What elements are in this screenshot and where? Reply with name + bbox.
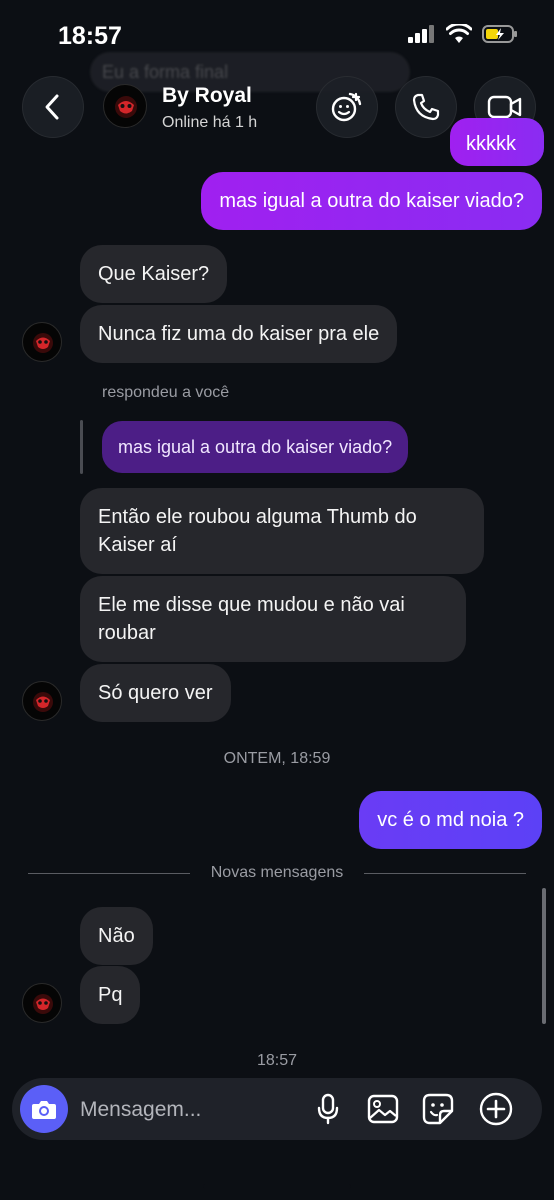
status-time: 18:57 [58, 22, 122, 50]
quoted-reply-message[interactable]: mas igual a outra do kaiser viado? [102, 421, 409, 473]
incoming-message[interactable]: Nunca fiz uma do kaiser pra ele [80, 305, 398, 363]
gallery-icon [367, 1094, 399, 1124]
avatar-logo-icon [33, 994, 53, 1014]
scrollbar[interactable] [542, 888, 546, 1024]
status-icons [408, 24, 518, 44]
new-messages-divider-right [364, 873, 526, 874]
reply-label: respondeu a você [102, 384, 230, 401]
contact-presence: Online há 1 h [162, 114, 258, 131]
incoming-message[interactable]: Ele me disse que mudou e não vai roubar [80, 576, 466, 662]
camera-button[interactable] [20, 1085, 68, 1133]
date-separator: ONTEM, 18:59 [223, 750, 331, 767]
incoming-message[interactable]: Que Kaiser? [80, 245, 228, 303]
sender-avatar[interactable] [22, 322, 62, 362]
avatar-logo-icon [115, 96, 137, 118]
message-timestamp: 18:57 [256, 1052, 298, 1069]
contact-name[interactable]: By Royal [162, 84, 252, 108]
incoming-message[interactable]: Só quero ver [80, 664, 231, 722]
incoming-message[interactable]: Então ele roubou alguma Thumb do Kaiser … [80, 488, 484, 574]
avatar-logo-icon [33, 333, 53, 353]
gif-sticker-icon [331, 92, 362, 122]
video-icon [487, 95, 522, 119]
battery-icon [482, 25, 517, 43]
outgoing-message[interactable]: vc é o md noia ? [359, 791, 542, 849]
more-options-button[interactable] [478, 1091, 514, 1127]
microphone-icon [317, 1093, 339, 1125]
outgoing-message[interactable]: mas igual a outra do kaiser viado? [201, 172, 542, 230]
sender-avatar[interactable] [22, 983, 62, 1023]
message-composer [12, 1078, 542, 1140]
outgoing-message[interactable]: kkkkk [450, 118, 544, 166]
voice-call-button[interactable] [395, 76, 457, 138]
incoming-message[interactable]: Não [80, 907, 153, 965]
plus-icon [479, 1092, 513, 1126]
camera-icon [32, 1101, 56, 1119]
sender-avatar[interactable] [22, 681, 62, 721]
contact-avatar[interactable] [103, 84, 147, 128]
sticker-reaction-button[interactable] [316, 76, 378, 138]
back-button[interactable] [22, 76, 84, 138]
sticker-button[interactable] [420, 1091, 456, 1127]
signal-icon [408, 25, 434, 43]
phone-icon [412, 93, 440, 121]
wifi-icon [446, 24, 472, 43]
home-indicator [203, 1184, 351, 1189]
microphone-button[interactable] [310, 1091, 346, 1127]
avatar-logo-icon [33, 692, 53, 712]
sticker-icon [422, 1093, 454, 1125]
gallery-button[interactable] [365, 1091, 401, 1127]
message-input[interactable] [80, 1096, 300, 1124]
incoming-message[interactable]: Pq [80, 966, 141, 1024]
back-icon [45, 94, 59, 120]
reply-indicator-bar [80, 420, 83, 474]
